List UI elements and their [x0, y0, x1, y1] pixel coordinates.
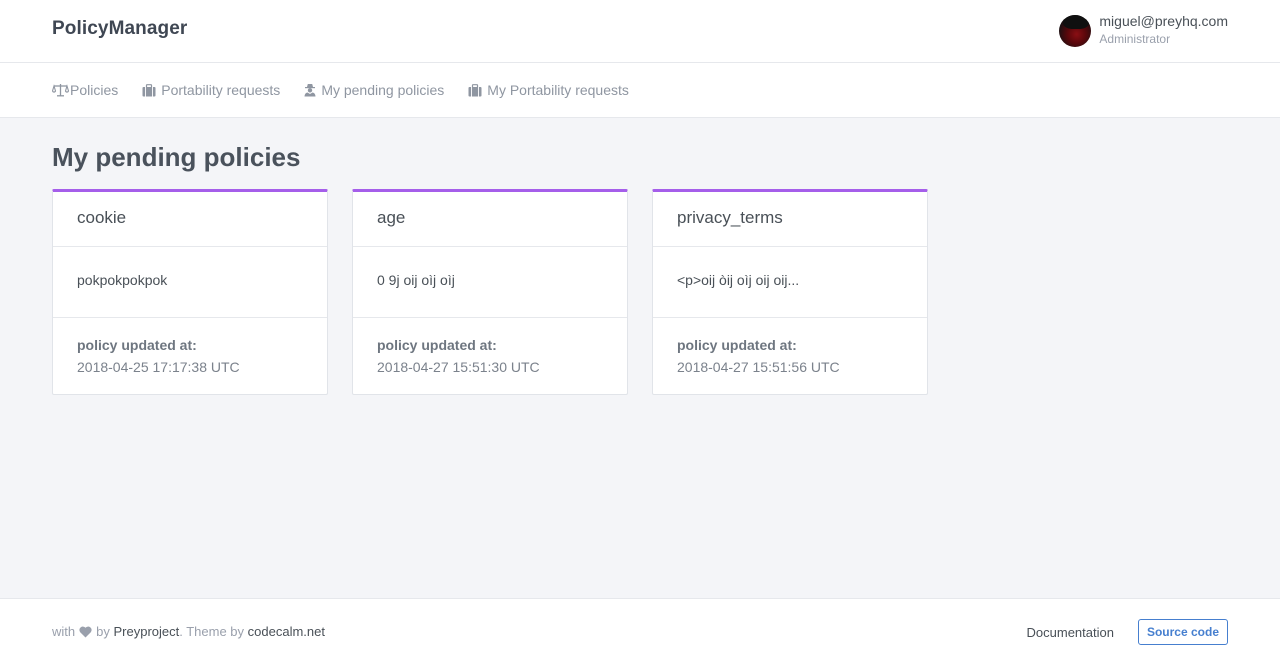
- footer-with-text: with: [52, 624, 76, 639]
- nav-item-my-pending-policies[interactable]: My pending policies: [304, 63, 444, 117]
- footer-by-text: by: [96, 624, 110, 639]
- footer-links: Documentation Source code: [1027, 619, 1228, 645]
- card-title: age: [353, 192, 627, 247]
- preyproject-link[interactable]: Preyproject: [113, 624, 179, 639]
- nav-bar: Policies Portability requests My pending…: [0, 63, 1280, 118]
- card-footer: policy updated at: 2018-04-27 15:51:56 U…: [653, 318, 927, 376]
- page-title: My pending policies: [52, 142, 301, 172]
- card-footer-label: policy updated at:: [77, 337, 197, 353]
- top-header: PolicyManager miguel@preyhq.com Administ…: [0, 0, 1280, 63]
- nav-item-portability-requests[interactable]: Portability requests: [142, 63, 280, 117]
- nav-item-label: Portability requests: [161, 82, 281, 98]
- card-updated-at: 2018-04-25 17:17:38 UTC: [77, 359, 240, 375]
- codecalm-link[interactable]: codecalm.net: [248, 624, 325, 639]
- user-menu[interactable]: miguel@preyhq.com Administrator: [1059, 12, 1228, 47]
- briefcase-icon: [468, 83, 482, 97]
- footer-theme-by-text: . Theme by: [179, 624, 245, 639]
- card-body: pokpokpokpok: [53, 247, 327, 318]
- user-info: miguel@preyhq.com Administrator: [1099, 12, 1228, 47]
- card-title: privacy_terms: [653, 192, 927, 247]
- policy-card-age[interactable]: age 0 9j oij oìj oìj policy updated at: …: [352, 189, 628, 395]
- avatar[interactable]: [1059, 15, 1092, 47]
- card-title: cookie: [53, 192, 327, 247]
- nav-item-my-portability-requests[interactable]: My Portability requests: [468, 63, 629, 117]
- user-role: Administrator: [1099, 32, 1171, 46]
- briefcase-icon: [142, 83, 156, 97]
- card-footer-label: policy updated at:: [377, 337, 497, 353]
- scale-icon: [52, 83, 69, 97]
- nav-items: Policies Portability requests My pending…: [52, 63, 653, 117]
- user-secret-icon: [304, 83, 316, 97]
- footer-credits: with by Preyproject. Theme by codecalm.n…: [52, 624, 325, 639]
- policy-card-privacy-terms[interactable]: privacy_terms <p>oij òij oìj oij oij... …: [652, 189, 928, 395]
- page-footer: with by Preyproject. Theme by codecalm.n…: [0, 598, 1280, 663]
- card-updated-at: 2018-04-27 15:51:30 UTC: [377, 359, 540, 375]
- card-body: 0 9j oij oìj oìj: [353, 247, 627, 318]
- nav-item-label: My pending policies: [321, 82, 445, 98]
- heart-icon: [79, 626, 92, 638]
- nav-item-label: My Portability requests: [487, 82, 629, 98]
- card-body: <p>oij òij oìj oij oij...: [653, 247, 927, 318]
- card-footer: policy updated at: 2018-04-27 15:51:30 U…: [353, 318, 627, 376]
- source-code-button[interactable]: Source code: [1137, 619, 1228, 645]
- brand-logo[interactable]: PolicyManager: [52, 18, 187, 40]
- card-updated-at: 2018-04-27 15:51:56 UTC: [677, 359, 840, 375]
- nav-item-policies[interactable]: Policies: [52, 63, 118, 117]
- card-footer: policy updated at: 2018-04-25 17:17:38 U…: [53, 318, 327, 376]
- policy-card-cookie[interactable]: cookie pokpokpokpok policy updated at: 2…: [52, 189, 328, 395]
- card-footer-label: policy updated at:: [677, 337, 797, 353]
- user-email: miguel@preyhq.com: [1099, 13, 1228, 29]
- nav-item-label: Policies: [70, 82, 119, 98]
- documentation-link[interactable]: Documentation: [1027, 625, 1114, 640]
